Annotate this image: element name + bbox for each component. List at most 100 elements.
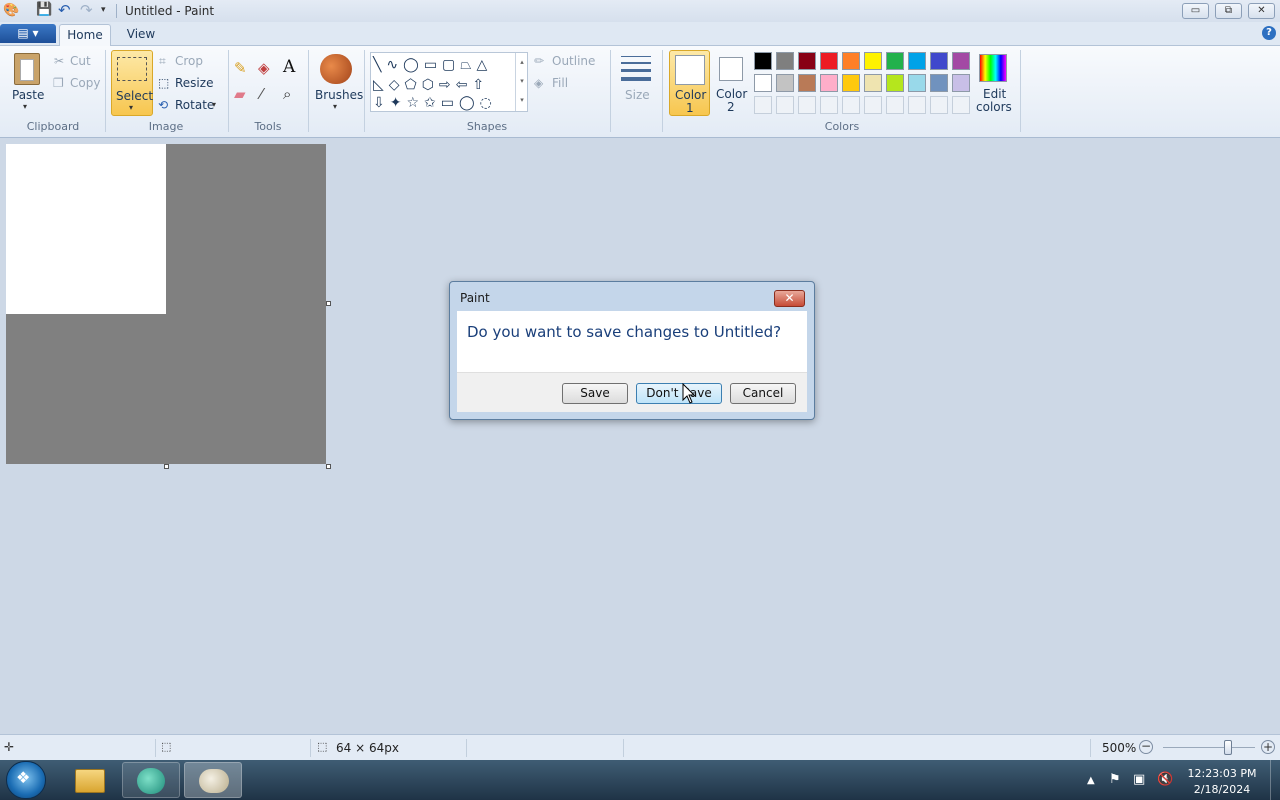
paint-palette-icon	[199, 769, 229, 793]
outline-button[interactable]: Outline	[552, 54, 595, 68]
rotate-button[interactable]: Rotate	[175, 98, 214, 112]
paint-menu-button[interactable]: ▤ ▾	[0, 24, 56, 43]
zoom-slider-track[interactable]	[1163, 747, 1255, 748]
custom-color-slot[interactable]	[952, 96, 970, 114]
crop-button[interactable]: Crop	[175, 54, 203, 68]
group-label-shapes: Shapes	[466, 120, 508, 133]
size-button[interactable]: Size	[616, 52, 656, 114]
group-label-tools: Tools	[254, 120, 282, 133]
volume-muted-icon[interactable]: 🔇	[1157, 772, 1173, 787]
custom-color-slot[interactable]	[930, 96, 948, 114]
shapes-scroll[interactable]: ▴ ▾ ▾	[515, 53, 528, 111]
redo-icon[interactable]: ↷	[80, 1, 93, 19]
color-swatch[interactable]	[864, 52, 882, 70]
crop-icon: ⌗	[159, 54, 166, 68]
color-swatch[interactable]	[754, 74, 772, 92]
color-swatch[interactable]	[776, 74, 794, 92]
dialog-close-button[interactable]: ✕	[774, 290, 805, 307]
tray-expand-icon[interactable]: ▲	[1087, 775, 1095, 786]
magnifier-icon[interactable]: ⌕	[283, 85, 291, 103]
color-swatch[interactable]	[776, 52, 794, 70]
color-swatch[interactable]	[798, 74, 816, 92]
taskbar-paint[interactable]	[184, 762, 242, 798]
network-icon[interactable]: ▣	[1133, 772, 1145, 787]
windows-logo-icon: ❖	[16, 768, 31, 787]
custom-color-slot[interactable]	[798, 96, 816, 114]
cut-button[interactable]: Cut	[70, 54, 91, 68]
text-tool-icon[interactable]: A	[283, 57, 295, 77]
color-swatch[interactable]	[908, 74, 926, 92]
color-swatch[interactable]	[820, 74, 838, 92]
group-separator	[1020, 50, 1021, 132]
select-button[interactable]: Select ▾	[111, 50, 153, 116]
custom-color-slot[interactable]	[776, 96, 794, 114]
custom-color-slot[interactable]	[842, 96, 860, 114]
resize-handle-corner[interactable]	[326, 464, 331, 469]
cancel-button[interactable]: Cancel	[730, 383, 796, 404]
action-center-flag-icon[interactable]: ⚑	[1109, 772, 1121, 787]
color-swatch[interactable]	[820, 52, 838, 70]
color-swatch[interactable]	[842, 74, 860, 92]
ribbon-tab-row	[0, 22, 1280, 46]
status-separator	[155, 739, 156, 757]
minimize-button[interactable]: ▭	[1182, 3, 1209, 19]
status-separator	[1090, 739, 1091, 757]
tab-home[interactable]: Home	[59, 24, 111, 46]
customize-qat-icon[interactable]: ▾	[101, 5, 106, 15]
save-quick-icon[interactable]: 💾	[36, 2, 52, 17]
group-separator	[228, 50, 229, 132]
color1-button[interactable]: Color 1	[669, 50, 710, 116]
resize-handle-bottom[interactable]	[164, 464, 169, 469]
zoom-slider-thumb[interactable]	[1224, 740, 1232, 755]
brushes-label: Brushes	[315, 88, 364, 102]
resize-icon: ⬚	[158, 76, 170, 90]
tray-clock[interactable]: 12:23:03 PM 2/18/2024	[1184, 766, 1260, 798]
custom-color-slot[interactable]	[864, 96, 882, 114]
color-swatch[interactable]	[842, 52, 860, 70]
custom-color-slot[interactable]	[820, 96, 838, 114]
resize-handle-right[interactable]	[326, 301, 331, 306]
edit-colors-button[interactable]: Edit colors	[976, 50, 1012, 116]
group-separator	[105, 50, 106, 132]
zoom-out-button[interactable]: −	[1139, 740, 1153, 754]
title-bar: 🎨 💾 ↶ ↷ ▾ Untitled - Paint ▭ ⧉ ✕	[0, 0, 1280, 22]
color2-button[interactable]: Color 2	[713, 50, 751, 116]
color-swatch[interactable]	[908, 52, 926, 70]
pencil-icon[interactable]: ✎	[234, 59, 247, 77]
restore-button[interactable]: ⧉	[1215, 3, 1242, 19]
color-swatch[interactable]	[952, 74, 970, 92]
fill-button[interactable]: Fill	[552, 76, 568, 90]
color-swatch[interactable]	[886, 74, 904, 92]
brushes-button[interactable]: Brushes ▾	[313, 50, 363, 114]
eraser-icon[interactable]: ▰	[234, 85, 246, 103]
taskbar-app[interactable]	[122, 762, 180, 798]
copy-button[interactable]: Copy	[70, 76, 100, 90]
color-picker-icon[interactable]: ⁄	[260, 85, 263, 103]
color-swatch[interactable]	[952, 52, 970, 70]
help-icon[interactable]: ?	[1262, 26, 1276, 40]
color-swatch[interactable]	[798, 52, 816, 70]
color-swatch[interactable]	[754, 52, 772, 70]
save-button[interactable]: Save	[562, 383, 628, 404]
resize-button[interactable]: Resize	[175, 76, 213, 90]
folder-icon	[75, 769, 105, 793]
custom-color-slot[interactable]	[908, 96, 926, 114]
taskbar-explorer[interactable]	[60, 762, 118, 798]
custom-color-slot[interactable]	[886, 96, 904, 114]
paste-button[interactable]: Paste ▾	[6, 50, 48, 112]
undo-icon[interactable]: ↶	[58, 1, 71, 19]
fill-bucket-icon[interactable]: ◈	[258, 59, 270, 77]
dont-save-button[interactable]: Don't Save	[636, 383, 722, 404]
color-swatch[interactable]	[864, 74, 882, 92]
shapes-gallery[interactable]: ╲∿◯▭▢⏢△ ◺◇⬠⬡⇨⇦⇧ ⇩✦☆✩▭◯◌ ▴ ▾ ▾	[370, 52, 528, 112]
color-swatch[interactable]	[930, 74, 948, 92]
close-button[interactable]: ✕	[1248, 3, 1275, 19]
tab-view[interactable]: View	[116, 24, 166, 46]
custom-color-slot[interactable]	[754, 96, 772, 114]
color-swatch[interactable]	[930, 52, 948, 70]
paint-app-icon[interactable]: 🎨	[3, 3, 19, 18]
show-desktop-button[interactable]	[1270, 760, 1280, 800]
zoom-in-button[interactable]: +	[1261, 740, 1275, 754]
color-swatch[interactable]	[886, 52, 904, 70]
image-size-text: 64 × 64px	[336, 741, 399, 755]
